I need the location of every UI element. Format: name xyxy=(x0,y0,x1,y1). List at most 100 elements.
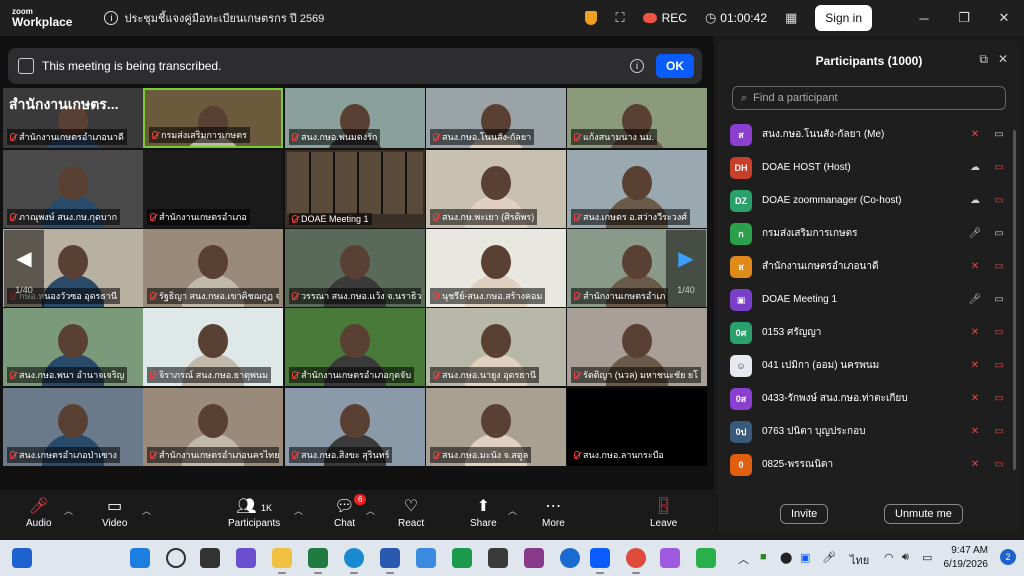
minimize-icon[interactable]: ─ xyxy=(904,11,944,26)
chat-button[interactable]: 💬︎ Chat 6 xyxy=(334,494,367,529)
audio-button[interactable]: 🎤︎ Audio xyxy=(26,496,52,529)
security-shield-icon[interactable] xyxy=(585,11,598,25)
cast-icon[interactable] xyxy=(560,548,580,568)
m365-icon[interactable] xyxy=(524,548,544,568)
participant-row[interactable]: สสนง.กษอ.โนนสัง-กัลยา (Me) ✕ ▭ xyxy=(718,118,1020,151)
tile-name-label: สนง.กษ.พะเยา (ศิรดิพร) xyxy=(430,209,538,225)
banner-info-icon[interactable]: i xyxy=(630,59,644,73)
video-tile[interactable]: นุชรีย์-สนง.กษอ.สร้างคอม xyxy=(426,229,566,307)
ok-button[interactable]: OK xyxy=(656,54,694,78)
participant-row[interactable]: 0ศ 0153 ศรัญญา ✕ ▭ xyxy=(718,316,1020,349)
video-tile[interactable]: สนง.กษอ.มะนัง จ.สตูล xyxy=(426,388,566,466)
volume-icon[interactable]: 🔊︎ xyxy=(902,551,909,564)
video-tile[interactable]: สนง.กษอ.โนนสัง-กัลยา xyxy=(426,88,566,148)
participant-row[interactable]: DZ DOAE zoommanager (Co-host) ☁ ▭ xyxy=(718,184,1020,217)
chrome-icon[interactable] xyxy=(626,548,646,574)
sign-in-button[interactable]: Sign in xyxy=(815,5,872,31)
meeting-info-icon[interactable]: i xyxy=(104,11,119,25)
leave-button[interactable]: 🚪︎ Leave xyxy=(650,496,677,529)
video-tile[interactable]: รัตติญา (นวล) มหาชนะชัย ยโ xyxy=(567,308,707,386)
participant-row[interactable]: DH DOAE HOST (Host) ☁ ▭ xyxy=(718,151,1020,184)
video-button[interactable]: ▭ Video xyxy=(102,496,127,529)
video-tile[interactable]: สำนักงานเกษตรอำเภอกุดจับ xyxy=(285,308,425,386)
participant-list-scrollbar[interactable] xyxy=(1013,130,1016,470)
close-icon[interactable]: ✕ xyxy=(984,10,1024,26)
tile-name: ภาณุพงษ์ สนง.กษ.กุดบาก xyxy=(19,212,118,222)
video-tile[interactable]: สำนักงานเกษตร... สำนักงานเกษตรอำเภอนาดี xyxy=(3,88,143,148)
video-tile[interactable]: สนง.กษอ.พนา อำนาจเจริญ xyxy=(3,308,143,386)
share-caret-icon[interactable]: ︿ xyxy=(508,504,517,517)
mic-tray-icon[interactable]: 🎤︎ xyxy=(822,551,836,564)
zoom-tray-icon[interactable]: ▣ xyxy=(800,551,810,564)
tile-name: สนง.กษอ.มะนัง จ.สตูล xyxy=(442,450,529,460)
more-button[interactable]: ⋯ More xyxy=(542,496,565,529)
share-button[interactable]: ⬆ Share xyxy=(470,496,497,529)
record-tray-icon[interactable]: ⬤ xyxy=(780,551,792,564)
video-tile[interactable]: สนง.เกษตร อ.สว่างวีระวงศ์ xyxy=(567,150,707,228)
audio-options-caret-icon[interactable]: ︿ xyxy=(64,504,73,517)
participant-row[interactable]: 0ส 0433-รักพงษ์ สนง.กษอ.ท่าตะเกียบ ✕ ▭ xyxy=(718,382,1020,415)
word-icon[interactable] xyxy=(380,548,400,574)
wifi-icon[interactable]: ◠ xyxy=(884,551,894,564)
participant-row[interactable]: ก กรมส่งเสริมการเกษตร 🎤︎ ▭ xyxy=(718,217,1020,250)
file-explorer-icon[interactable] xyxy=(272,548,292,574)
unmute-me-button[interactable]: Unmute me xyxy=(884,504,963,524)
video-tile[interactable]: แก้งสนามนาง นม. xyxy=(567,88,707,148)
popout-icon[interactable]: ⧉ xyxy=(979,52,988,67)
video-tile[interactable]: DOAE Meeting 1 xyxy=(285,150,425,228)
chat-caret-icon[interactable]: ︿ xyxy=(366,504,375,517)
tile-name: รัฐธิญา สนง.กษอ.เขาคิชฌกูฏ จ. xyxy=(159,291,279,301)
edge-icon[interactable] xyxy=(344,548,364,574)
start-windows-icon[interactable] xyxy=(130,548,150,568)
invite-button[interactable]: Invite xyxy=(780,504,829,524)
video-tile[interactable]: สนง.เกษตรอำเภอป่าเซาง xyxy=(3,388,143,466)
video-tile[interactable]: สำนักงานเกษตรอำเภอนครไทย xyxy=(143,388,283,466)
participant-row[interactable]: ☺ 041 เปมิกา (ออม) นครพนม ✕ ▭ xyxy=(718,349,1020,382)
participant-row[interactable]: สสำนักงานเกษตรอำเภอนาดี ✕ ▭ xyxy=(718,250,1020,283)
video-tile[interactable]: สนง.กษ.พะเยา (ศิรดิพร) xyxy=(426,150,566,228)
participant-row[interactable]: 0ป 0763 ปนิตา บุญประกอบ ✕ ▭ xyxy=(718,415,1020,448)
recording-indicator[interactable]: REC xyxy=(642,11,687,25)
panel-close-icon[interactable]: ✕ xyxy=(998,52,1008,66)
video-tile[interactable]: ภาณุพงษ์ สนง.กษ.กุดบาก xyxy=(3,150,143,228)
video-options-caret-icon[interactable]: ︿ xyxy=(142,504,151,517)
view-fullscreen-icon[interactable]: ⛶ xyxy=(615,10,624,26)
react-button[interactable]: ♡ React xyxy=(398,496,424,529)
widgets-icon[interactable] xyxy=(12,548,32,568)
video-tile[interactable]: สนง.กษอ.พนมดงรัก xyxy=(285,88,425,148)
video-tile[interactable]: สำนักงานเกษตรอำเภอ xyxy=(143,150,283,228)
video-tile[interactable]: สนง.กษอ.นายูง อุดรธานี xyxy=(426,308,566,386)
mic-muted-icon xyxy=(433,292,439,300)
video-tile[interactable]: รัฐธิญา สนง.กษอ.เขาคิชฌกูฏ จ. xyxy=(143,229,283,307)
find-participant-input[interactable]: ⌕ Find a participant xyxy=(732,86,1006,110)
line-tray-icon[interactable]: ■ xyxy=(760,551,767,563)
participants-caret-icon[interactable]: ︿ xyxy=(294,504,303,517)
participants-button[interactable]: 👥︎ 1K Participants xyxy=(228,496,280,529)
gallery-view-icon[interactable]: ▦ xyxy=(785,10,797,26)
system-clock[interactable]: 9:47 AM 6/19/2026 xyxy=(944,544,989,572)
line-icon[interactable] xyxy=(696,548,716,568)
search-taskbar-icon[interactable] xyxy=(166,548,186,568)
video-tile[interactable]: สนง.กษอ.ลานกระบือ xyxy=(567,388,707,466)
app2-icon[interactable] xyxy=(660,548,680,568)
excel-icon[interactable] xyxy=(308,548,328,574)
participant-row[interactable]: ▣ DOAE Meeting 1 🎤︎ ▭ xyxy=(718,283,1020,316)
task-view-icon[interactable] xyxy=(200,548,220,568)
video-tile[interactable]: วรรณา สนง.กษอ.แว้ง จ.นราธิวา xyxy=(285,229,425,307)
input-language[interactable]: ไทย xyxy=(850,551,869,569)
video-tile[interactable]: จิราภรณ์ สนง.กษอ.ธาตุพนม xyxy=(143,308,283,386)
restore-icon[interactable]: ❐ xyxy=(944,10,984,26)
copilot-icon[interactable] xyxy=(236,548,256,568)
participant-row[interactable]: 0 0825-พรรณนิดา ✕ ▭ xyxy=(718,448,1020,481)
zoom-taskbar-icon[interactable] xyxy=(590,548,610,574)
video-tile[interactable]: สนง.กษอ.สิงขะ สุรินทร์ xyxy=(285,388,425,466)
calculator-icon[interactable] xyxy=(452,548,472,568)
app-icon[interactable] xyxy=(488,548,508,568)
notification-badge[interactable]: 2 xyxy=(1000,549,1016,565)
battery-icon[interactable]: ▭ xyxy=(922,551,932,564)
video-tile[interactable]: กรมส่งเสริมการเกษตร xyxy=(143,88,283,148)
mail-icon[interactable] xyxy=(416,548,436,568)
tray-chevron-icon[interactable]: ︿ xyxy=(738,551,749,567)
next-page-button[interactable]: ▶ 1/40 xyxy=(666,230,706,308)
prev-page-button[interactable]: ◀ 1/40 xyxy=(4,230,44,308)
